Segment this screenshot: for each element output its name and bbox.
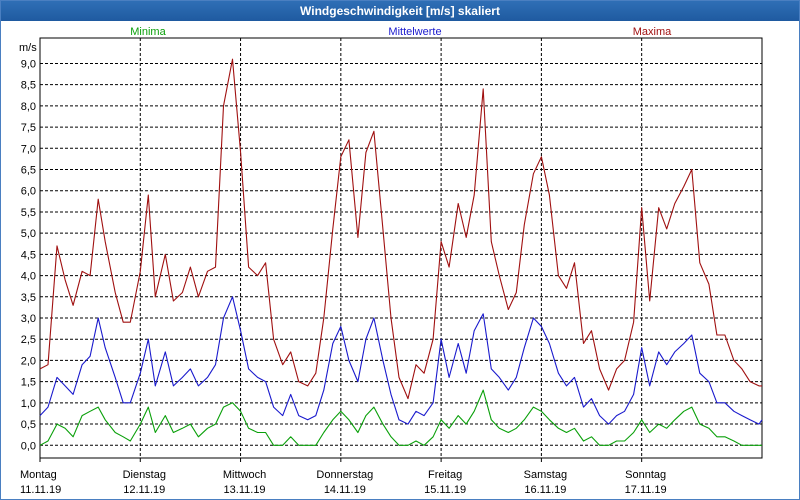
day-name-label: Samstag xyxy=(524,469,567,481)
y-tick-label: 3,0 xyxy=(21,313,36,325)
y-tick-label: 6,5 xyxy=(21,165,36,177)
plot-border xyxy=(39,37,763,459)
day-name-label: Dienstag xyxy=(123,469,166,481)
y-tick-label: 3,5 xyxy=(21,292,36,304)
day-date-label: 11.11.19 xyxy=(20,484,61,496)
y-tick-label: 1,5 xyxy=(21,377,36,389)
y-tick-label: 8,5 xyxy=(21,80,36,92)
day-name-label: Freitag xyxy=(428,469,462,481)
y-tick-label: 4,5 xyxy=(21,249,36,261)
y-axis-unit: m/s xyxy=(19,42,37,54)
grid xyxy=(40,38,762,458)
y-tick-label: 7,5 xyxy=(21,122,36,134)
maxima-line xyxy=(39,58,762,400)
legend-minima: Minima xyxy=(130,26,166,38)
y-tick-label: 0,5 xyxy=(21,419,36,431)
day-date-label: 12.11.19 xyxy=(123,484,165,496)
day-date-label: 15.11.19 xyxy=(424,484,466,496)
day-name-label: Donnerstag xyxy=(316,469,373,481)
day-name-label: Mittwoch xyxy=(223,469,266,481)
y-tick-label: 5,5 xyxy=(21,207,36,219)
y-tick-label: 9,0 xyxy=(21,58,36,70)
y-tick-label: 1,0 xyxy=(21,398,36,410)
y-tick-label: 2,0 xyxy=(21,355,36,367)
wind-speed-chart: 0,0 0,5 1,0 1,5 2,0 2,5 3,0 3,5 4,0 4,5 5,0 5,5 6,0 6… xyxy=(19,26,763,496)
y-tick-label: 6,0 xyxy=(21,186,36,198)
day-date-label: 17.11.19 xyxy=(625,484,667,496)
legend-maxima: Maxima xyxy=(633,26,672,38)
day-date-label: 13.11.19 xyxy=(224,484,266,496)
y-tick-label: 8,0 xyxy=(21,101,36,113)
labels: 0,0 0,5 1,0 1,5 2,0 2,5 3,0 3,5 4,0 4,5 5,0 5,5 6,0 6… xyxy=(19,26,672,496)
series-lines xyxy=(39,58,763,446)
axes xyxy=(39,37,763,462)
y-tick-label: 5,0 xyxy=(21,228,36,240)
day-date-label: 14.11.19 xyxy=(324,484,366,496)
legend-mittel: Mittelwerte xyxy=(388,26,441,38)
y-tick-label: 4,0 xyxy=(21,271,36,283)
minima-line xyxy=(39,389,762,446)
y-tick-label: 0,0 xyxy=(21,440,36,452)
day-name-label: Montag xyxy=(20,469,57,481)
day-name-label: Sonntag xyxy=(625,469,666,481)
y-tick-label: 2,5 xyxy=(21,334,36,346)
y-tick-label: 7,0 xyxy=(21,143,36,155)
day-date-label: 16.11.19 xyxy=(524,484,566,496)
